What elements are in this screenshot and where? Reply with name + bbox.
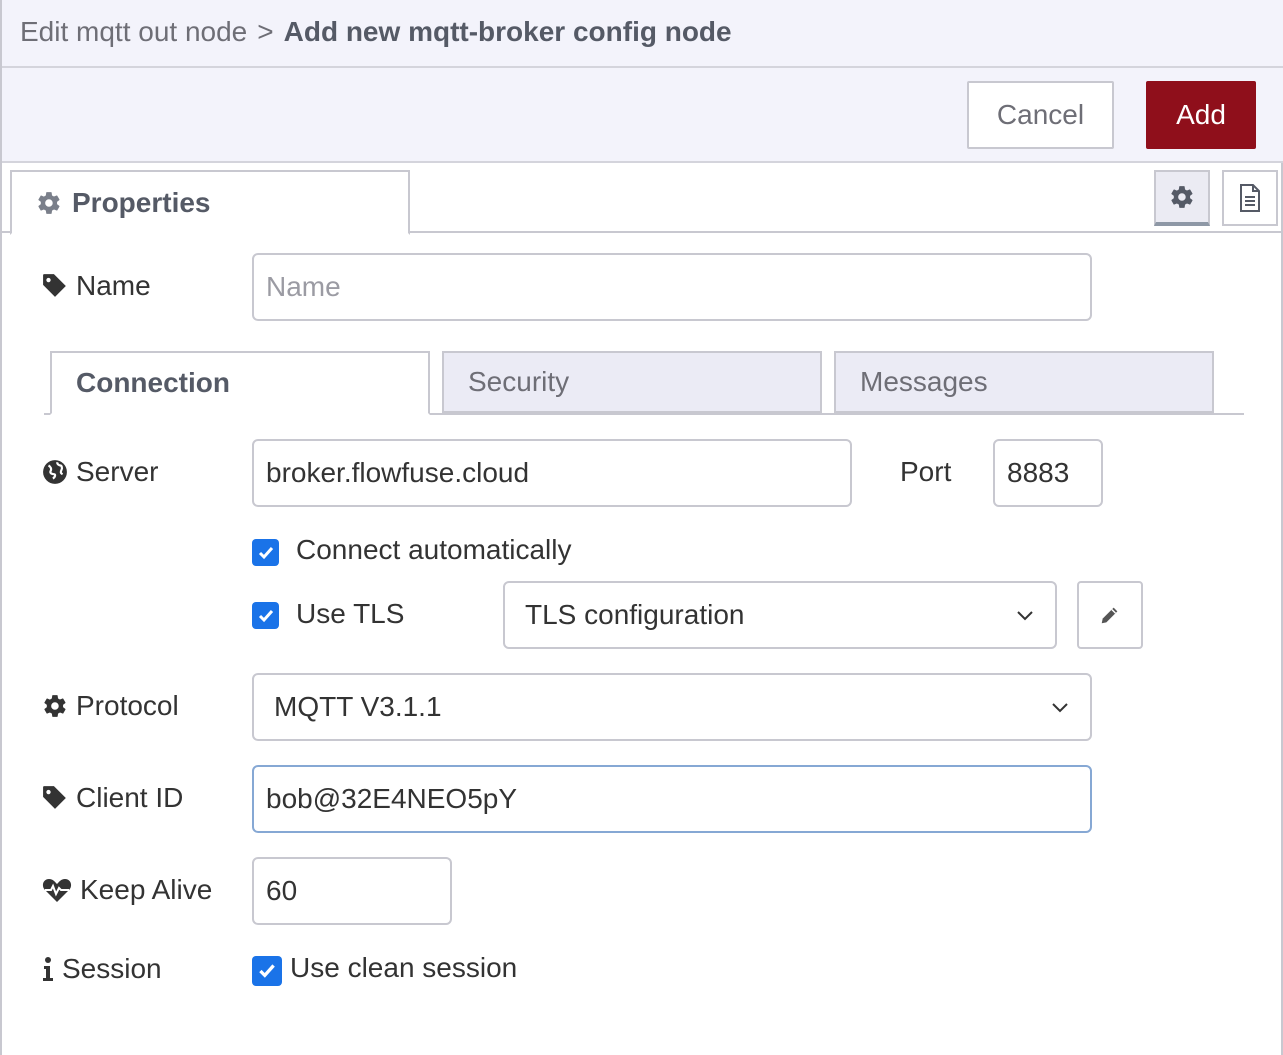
tag-icon — [43, 786, 66, 809]
client-id-label-text: Client ID — [76, 782, 184, 813]
client-id-input[interactable]: bob@32E4NEO5pY — [252, 765, 1092, 833]
server-input[interactable]: broker.flowfuse.cloud — [252, 439, 852, 507]
clean-session-label: Use clean session — [290, 952, 518, 983]
protocol-select[interactable]: MQTT V3.1.1 — [252, 673, 1092, 741]
tab-messages[interactable]: Messages — [834, 351, 1214, 413]
heartbeat-icon — [42, 879, 72, 902]
tab-properties[interactable]: Properties — [10, 170, 410, 235]
tls-config-select[interactable]: TLS configuration — [503, 581, 1057, 649]
protocol-label-text: Protocol — [76, 690, 179, 721]
cancel-button[interactable]: Cancel — [967, 81, 1114, 149]
tab-properties-label: Properties — [72, 186, 211, 218]
name-label: Name — [42, 268, 151, 304]
checkmark-icon — [259, 964, 275, 978]
protocol-value: MQTT V3.1.1 — [274, 691, 442, 722]
tab-connection[interactable]: Connection — [50, 351, 430, 415]
clean-session-checkbox[interactable] — [252, 956, 282, 986]
protocol-label: Protocol — [42, 688, 179, 724]
port-label: Port — [900, 456, 952, 487]
pencil-icon — [1101, 607, 1118, 624]
gear-icon — [38, 191, 60, 214]
use-tls-label: Use TLS — [296, 598, 405, 629]
tag-icon — [43, 274, 66, 297]
tls-config-value: TLS configuration — [525, 599, 745, 630]
tray-header: Properties — [2, 163, 1283, 235]
breadcrumb-parent[interactable]: Edit mqtt out node — [20, 16, 247, 47]
info-icon — [43, 957, 53, 981]
breadcrumb: Edit mqtt out node > Add new mqtt-broker c… — [20, 16, 732, 48]
edit-dialog: Edit mqtt out node > Add new mqtt-broker c… — [0, 0, 1283, 1055]
port-input[interactable]: 8883 — [993, 439, 1103, 507]
connect-automatically-checkbox[interactable] — [252, 539, 279, 566]
gear-icon — [1171, 186, 1193, 208]
connect-automatically-label: Connect automatically — [296, 534, 572, 565]
edit-tls-button[interactable] — [1077, 581, 1143, 649]
breadcrumb-separator: > — [257, 16, 274, 47]
config-tabs: Connection Security Messages — [44, 351, 1244, 415]
keep-alive-input[interactable]: 60 — [252, 857, 452, 925]
tab-security[interactable]: Security — [442, 351, 822, 413]
server-label: Server — [42, 454, 158, 490]
client-id-label: Client ID — [42, 780, 183, 816]
checkmark-icon — [258, 546, 273, 559]
breadcrumb-current: Add new mqtt-broker config node — [283, 16, 732, 47]
name-label-text: Name — [76, 270, 151, 301]
keep-alive-label: Keep Alive — [42, 872, 212, 908]
keep-alive-label-text: Keep Alive — [80, 874, 213, 905]
server-label-text: Server — [76, 456, 159, 487]
session-label-text: Session — [62, 953, 162, 984]
document-icon — [1240, 184, 1260, 212]
chevron-down-icon — [1052, 703, 1068, 713]
node-description-button[interactable] — [1222, 170, 1278, 226]
dialog-toolbar: Cancel Add — [2, 68, 1283, 163]
add-button[interactable]: Add — [1146, 81, 1256, 149]
use-tls-checkbox[interactable] — [252, 602, 279, 629]
chevron-down-icon — [1017, 611, 1033, 621]
dialog-titlebar: Edit mqtt out node > Add new mqtt-broker c… — [2, 0, 1283, 68]
gear-icon — [44, 695, 66, 717]
globe-icon — [43, 460, 67, 484]
node-settings-button[interactable] — [1154, 170, 1210, 226]
session-label: Session — [42, 951, 162, 987]
name-input[interactable]: Name — [252, 253, 1092, 321]
checkmark-icon — [258, 609, 273, 622]
